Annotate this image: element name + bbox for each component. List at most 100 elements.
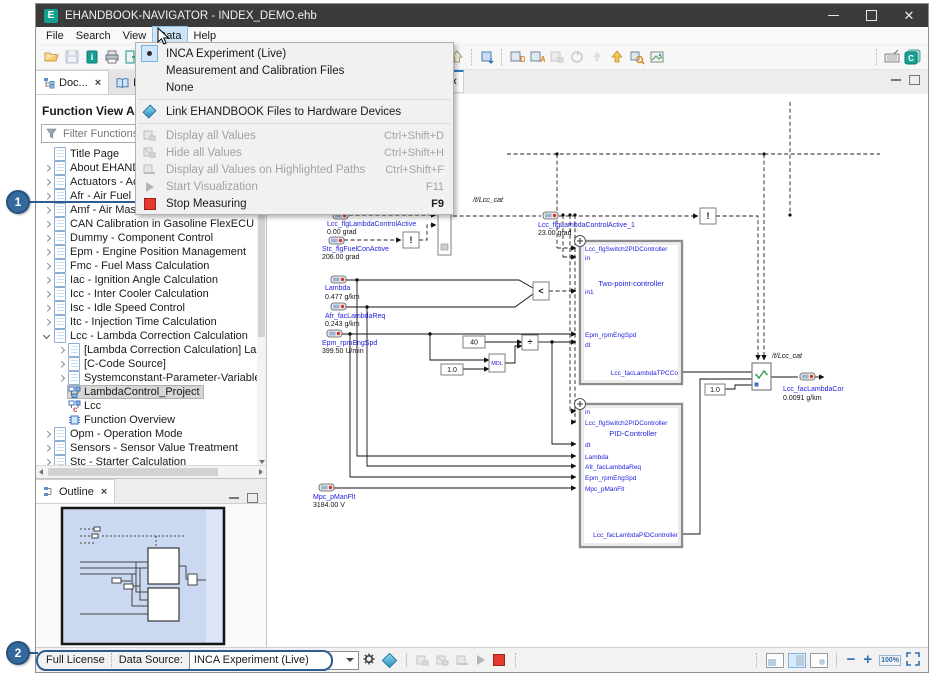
keyboard-shortcuts-icon[interactable] (883, 48, 901, 66)
menu-item-inca-experiment[interactable]: INCA Experiment (Live) (136, 45, 453, 62)
chevron-right-icon[interactable] (56, 359, 66, 369)
chevron-right-icon[interactable] (42, 443, 52, 453)
menu-item-display-all-values[interactable]: Display all Values Ctrl+Shift+D (136, 127, 453, 144)
scroll-right-icon[interactable] (259, 469, 263, 475)
scroll-down-icon[interactable] (259, 460, 265, 464)
display-values-a-icon[interactable]: A (528, 48, 546, 66)
layout-right-panel-icon[interactable] (788, 653, 806, 668)
panel-maximize-icon[interactable] (909, 75, 920, 85)
tab-close-icon[interactable]: × (95, 77, 101, 89)
pid-controller-block[interactable]: in Lcc_flgSwitch2PIDController PID-Contr… (575, 399, 683, 548)
chevron-right-icon[interactable] (42, 219, 52, 229)
display-highlighted-values-icon[interactable] (454, 651, 472, 669)
menu-item-none[interactable]: None (136, 79, 453, 96)
display-values-off-icon[interactable] (548, 48, 566, 66)
tab-documents[interactable]: Doc... × (36, 70, 109, 94)
search-function-icon[interactable] (628, 48, 646, 66)
chevron-right-icon[interactable] (42, 247, 52, 257)
chevron-right-icon[interactable] (42, 317, 52, 327)
two-point-controller-block[interactable]: Lcc_flgSwitch2PIDController in in1 Epm_r… (575, 236, 683, 385)
chevron-right-icon[interactable] (42, 261, 52, 271)
chevron-right-icon[interactable] (42, 177, 52, 187)
chevron-right-icon[interactable] (56, 345, 66, 355)
maximize-button[interactable] (852, 4, 890, 27)
panel-maximize-icon[interactable] (247, 493, 258, 503)
layout-bottom-panel-icon[interactable] (766, 653, 784, 668)
tree-item-function-overview[interactable]: Function Overview (36, 413, 266, 427)
tree-item[interactable]: Systemconstant-Parameter-Variable-Cl (36, 371, 266, 385)
tree-item[interactable]: Isc - Idle Speed Control (36, 301, 266, 315)
menu-item-display-highlighted[interactable]: Display all Values on Highlighted Paths … (136, 161, 453, 178)
refresh-values-icon[interactable] (568, 48, 586, 66)
chevron-right-icon[interactable] (42, 233, 52, 243)
menu-item-start-visualization[interactable]: Start Visualization F11 (136, 178, 453, 195)
tree-item-lcc-model[interactable]: cLcc (36, 399, 266, 413)
arrow-up-disabled-icon[interactable] (588, 48, 606, 66)
chevron-right-icon[interactable] (42, 289, 52, 299)
tab-outline[interactable]: Outline × (36, 479, 115, 503)
close-button[interactable]: ✕ (890, 4, 928, 27)
panel-minimize-icon[interactable] (229, 497, 239, 499)
tree-item[interactable]: Icc - Inter Cooler Calculation (36, 287, 266, 301)
tab-close-icon[interactable]: × (101, 486, 107, 498)
chevron-right-icon[interactable] (42, 303, 52, 313)
chevron-right-icon[interactable] (42, 191, 52, 201)
menu-item-hide-all-values[interactable]: Hide all Values Ctrl+Shift+H (136, 144, 453, 161)
tree-item[interactable]: Stc - Starter Calculation (36, 455, 266, 465)
hide-values-icon[interactable] (434, 651, 452, 669)
chevron-right-icon[interactable] (56, 373, 66, 383)
open-file-icon[interactable] (43, 48, 61, 66)
print-icon[interactable] (103, 48, 121, 66)
svg-text:Lcc_facLambdaPIDController: Lcc_facLambdaPIDController (593, 532, 679, 539)
measurement-points[interactable]: Lcc_flgLambdaControlActive 0.00 grad Stc… (313, 212, 844, 509)
tree-item-lcc-parent[interactable]: Lcc - Lambda Correction Calculation (36, 329, 266, 343)
ehandbook-info-icon[interactable]: i (83, 48, 101, 66)
tree-item[interactable]: Epm - Engine Position Management (36, 245, 266, 259)
display-values-icon[interactable] (414, 651, 432, 669)
chevron-right-icon[interactable] (42, 163, 52, 173)
minimize-button[interactable] (814, 4, 852, 27)
hardware-link-icon[interactable] (382, 652, 398, 668)
screenshot-icon[interactable] (648, 48, 666, 66)
chevron-right-icon[interactable] (42, 429, 52, 439)
zoom-out-icon[interactable]: − (847, 655, 856, 665)
function-block-add-icon[interactable] (478, 48, 496, 66)
menu-search[interactable]: Search (71, 27, 116, 44)
menu-item-stop-measuring[interactable]: Stop Measuring F9 (136, 195, 453, 212)
tree-item-lambdacontrol-project[interactable]: LambdaControl_Project (36, 385, 266, 399)
chevron-down-icon[interactable] (42, 331, 52, 341)
tree-item[interactable]: [C-Code Source] (36, 357, 266, 371)
tree-item[interactable]: Opm - Operation Mode (36, 427, 266, 441)
save-icon[interactable] (63, 48, 81, 66)
zoom-100-icon[interactable]: 100% (879, 655, 901, 666)
tree-item[interactable]: Fmc - Fuel Mass Calculation (36, 259, 266, 273)
arrow-up-icon[interactable] (608, 48, 626, 66)
function-overview-icon (68, 414, 81, 426)
chevron-right-icon[interactable] (42, 205, 52, 215)
zoom-in-icon[interactable]: + (863, 655, 872, 665)
chevron-right-icon[interactable] (42, 457, 52, 465)
tree-item[interactable]: Itc - Injection Time Calculation (36, 315, 266, 329)
svg-text:Afr_facLambdaReq: Afr_facLambdaReq (325, 313, 385, 320)
switch-block[interactable] (752, 363, 771, 390)
layout-detail-panel-icon[interactable] (810, 653, 828, 668)
stop-measuring-icon[interactable] (493, 654, 505, 666)
tree-item[interactable]: CAN Calibration in Gasoline FlexECU (36, 217, 266, 231)
tree-item[interactable]: Sensors - Sensor Value Treatment (36, 441, 266, 455)
menu-item-measurement-files[interactable]: Measurement and Calibration Files (136, 62, 453, 79)
display-values-d-icon[interactable]: D (508, 48, 526, 66)
tree-item[interactable]: Dummy - Component Control (36, 231, 266, 245)
settings-gear-icon[interactable] (362, 652, 376, 669)
ehandbook-logo-icon[interactable]: C (903, 48, 921, 66)
scroll-left-icon[interactable] (39, 469, 43, 475)
panel-minimize-icon[interactable] (891, 79, 901, 81)
menu-item-link-hardware[interactable]: Link EHANDBOOK Files to Hardware Devices (136, 103, 453, 120)
menu-file[interactable]: File (41, 27, 69, 44)
chevron-right-icon[interactable] (42, 275, 52, 285)
outline-thumbnail[interactable] (36, 504, 266, 650)
fit-to-screen-icon[interactable] (906, 652, 920, 669)
start-visualization-icon[interactable] (477, 655, 485, 665)
tree-item[interactable]: Iac - Ignition Angle Calculation (36, 273, 266, 287)
tree-item[interactable]: [Lambda Correction Calculation] Lamb (36, 343, 266, 357)
tree-horizontal-scrollbar[interactable] (36, 465, 266, 478)
